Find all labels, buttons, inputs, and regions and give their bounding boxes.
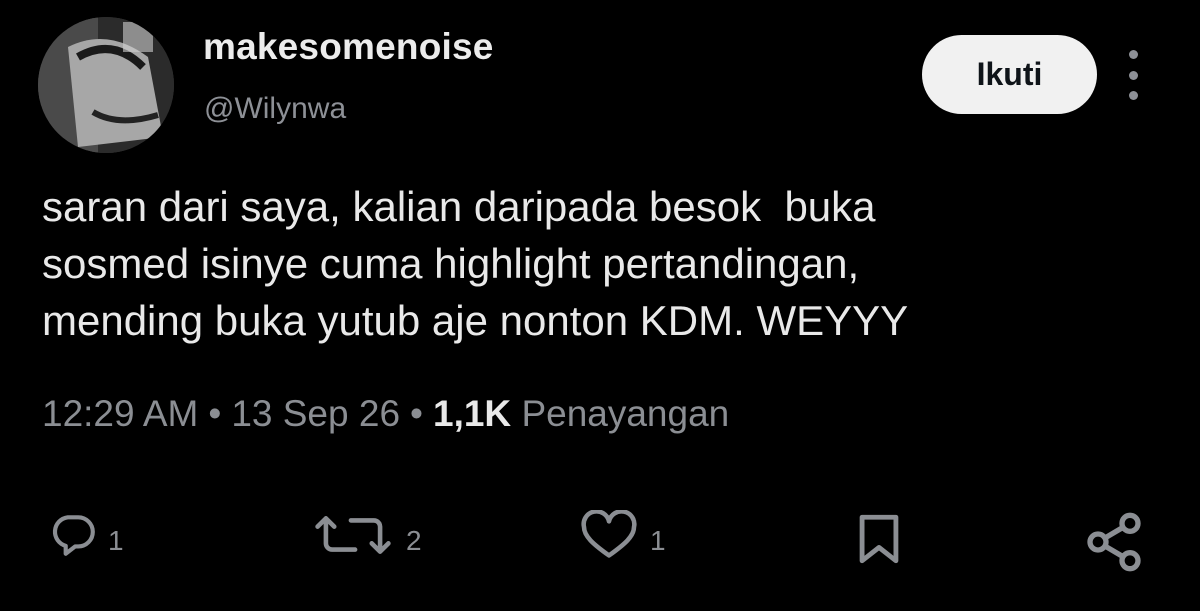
- tweet-text: saran dari saya, kalian daripada besok b…: [42, 178, 1142, 349]
- action-bar: 1 2 1: [0, 500, 1200, 590]
- avatar-image: [38, 17, 174, 153]
- reply-button[interactable]: 1: [48, 510, 124, 560]
- retweet-icon: [315, 516, 391, 554]
- avatar[interactable]: [38, 17, 174, 153]
- reply-count: 1: [108, 525, 124, 556]
- more-dot: [1128, 70, 1138, 80]
- meta-separator: •: [208, 393, 222, 434]
- retweet-count: 2: [406, 525, 422, 556]
- bookmark-icon: [859, 514, 899, 564]
- follow-button[interactable]: Ikuti: [922, 35, 1097, 114]
- tweet-line: mending buka yutub aje nonton KDM. WEYYY: [42, 297, 909, 344]
- tweet-line: saran dari saya, kalian daripada besok b…: [42, 183, 876, 230]
- user-handle[interactable]: @Wilynwa: [204, 92, 346, 126]
- more-dot: [1128, 91, 1138, 100]
- like-count: 1: [650, 525, 666, 556]
- more-icon[interactable]: [1118, 50, 1148, 100]
- like-icon: [581, 510, 637, 558]
- display-name[interactable]: makesomenoise: [203, 26, 494, 68]
- bookmark-button[interactable]: [850, 510, 908, 568]
- tweet-meta: 12:29 AM • 13 Sep 26 • 1,1K Penayangan: [42, 393, 729, 435]
- retweet-button[interactable]: 2: [310, 510, 422, 560]
- reply-icon: [52, 515, 95, 556]
- meta-separator: •: [410, 393, 423, 434]
- share-icon: [1087, 512, 1141, 572]
- more-dot: [1128, 50, 1138, 59]
- tweet-date[interactable]: 13 Sep 26: [231, 393, 400, 434]
- views-label: Penayangan: [521, 393, 730, 434]
- like-button[interactable]: 1: [578, 510, 666, 560]
- share-button[interactable]: [1082, 510, 1146, 574]
- tweet-time[interactable]: 12:29 AM: [42, 393, 198, 434]
- views-count: 1,1K: [433, 393, 512, 434]
- tweet-line: sosmed isinye cuma highlight pertandinga…: [42, 240, 860, 287]
